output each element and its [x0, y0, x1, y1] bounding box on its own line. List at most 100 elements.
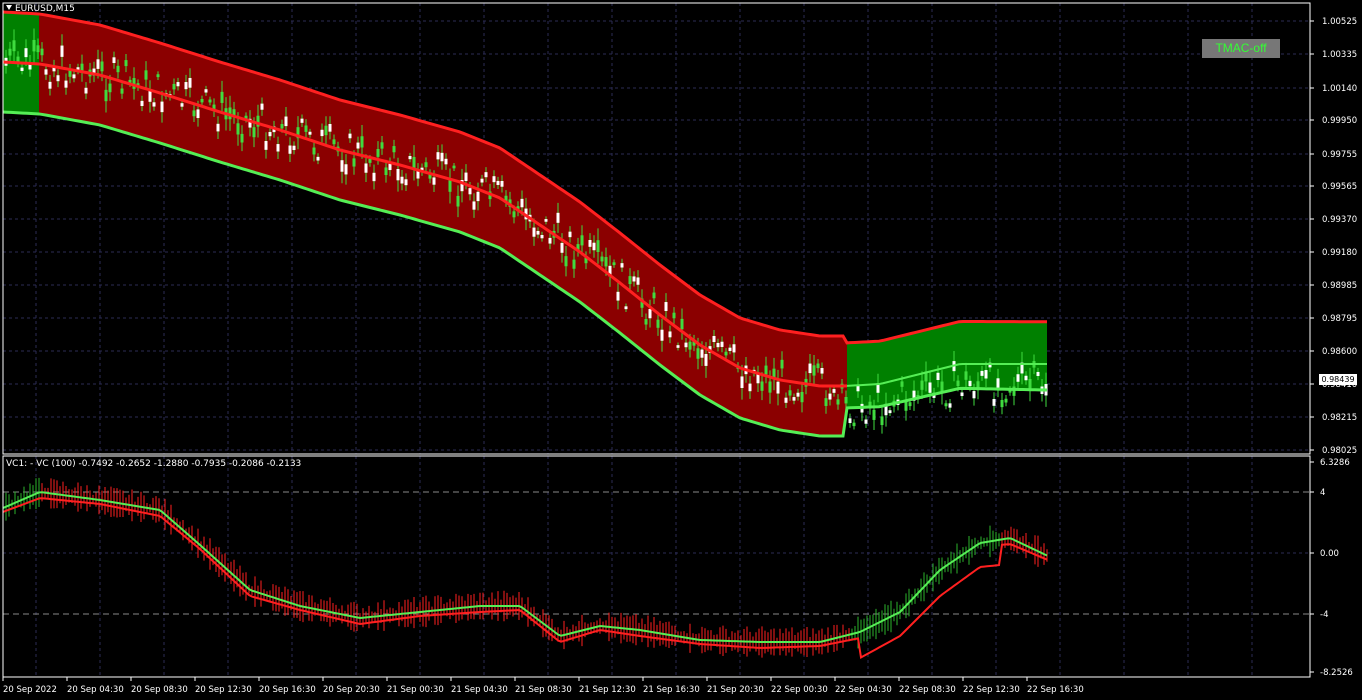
- candle-body: [668, 331, 672, 338]
- candle-body: [796, 392, 800, 397]
- vc-tick-label: -4: [1320, 610, 1328, 620]
- candle-body: [556, 212, 560, 223]
- candle-body: [20, 67, 24, 72]
- candle-body: [120, 88, 124, 94]
- vc-axis: 6.3286 4 0.00 -4 -8.2526: [1310, 458, 1353, 678]
- candle-body: [548, 237, 552, 244]
- time-tick-label: 22 Sep 04:30: [835, 685, 892, 695]
- price-tick-label: 1.00140: [1322, 84, 1357, 94]
- candle-body: [652, 292, 656, 299]
- candle-body: [284, 116, 288, 127]
- candle-body: [484, 172, 488, 178]
- time-tick-label: 21 Sep 20:30: [707, 685, 764, 695]
- candle-body: [656, 319, 660, 328]
- candle-body: [324, 125, 328, 136]
- candle-body: [304, 125, 308, 132]
- candle-body: [712, 335, 716, 343]
- candle-body: [200, 98, 204, 103]
- candle-body: [872, 409, 876, 420]
- candle-body: [332, 139, 336, 145]
- candle-body: [468, 188, 472, 195]
- candle-body: [44, 69, 48, 75]
- candle-body: [396, 169, 400, 181]
- candle-body: [660, 329, 664, 341]
- candle-body: [920, 380, 924, 390]
- price-tick-label: 0.98600: [1322, 347, 1357, 357]
- candle-body: [412, 156, 416, 169]
- candle-body: [108, 83, 112, 93]
- candle-body: [928, 382, 932, 393]
- candle-body: [372, 172, 376, 182]
- vc-signal-line: [2, 497, 1048, 660]
- candle-body: [596, 240, 600, 252]
- candle-body: [852, 422, 856, 427]
- time-tick-label: 20 Sep 04:30: [67, 685, 124, 695]
- candle-body: [764, 365, 768, 375]
- candle-body: [252, 127, 256, 138]
- candle-body: [100, 61, 104, 72]
- candle-body: [276, 144, 280, 152]
- candle-body: [456, 195, 460, 207]
- candle-body: [972, 391, 976, 399]
- candle-body: [172, 83, 176, 90]
- candle-body: [308, 131, 312, 135]
- candle-body: [84, 87, 88, 94]
- candle-body: [724, 351, 728, 356]
- candle-body: [404, 179, 408, 186]
- candle-body: [72, 74, 76, 79]
- candle-body: [664, 302, 668, 311]
- candle-body: [192, 110, 196, 117]
- candle-body: [352, 158, 356, 167]
- price-tick-label: 0.99950: [1322, 116, 1357, 126]
- candle-body: [384, 167, 388, 176]
- candle-body: [636, 277, 640, 285]
- candle-body: [416, 170, 420, 179]
- candle-body: [760, 381, 764, 391]
- candle-body: [180, 103, 184, 107]
- candle-body: [368, 158, 372, 163]
- candle-body: [740, 376, 744, 388]
- price-tick-label: 0.98985: [1322, 281, 1357, 291]
- chart-window[interactable]: 1.00525 1.00335 1.00140 0.99950 0.99755 0.995…: [0, 0, 1362, 700]
- price-tick-label: 0.98215: [1322, 413, 1357, 423]
- candle-body: [40, 48, 44, 56]
- candle-body: [472, 201, 476, 210]
- candle-body: [648, 309, 652, 319]
- candle-body: [344, 164, 348, 175]
- candle-body: [140, 100, 144, 107]
- chart-symbol-title[interactable]: EURUSD,M15: [6, 4, 75, 14]
- vc-tick-label: 4: [1320, 488, 1325, 498]
- candle-body: [116, 65, 120, 73]
- candle-body: [620, 263, 624, 268]
- candle-body: [280, 124, 284, 129]
- candle-body: [632, 276, 636, 282]
- candle-body: [600, 256, 604, 262]
- candle-body: [340, 160, 344, 172]
- candle-body: [208, 99, 212, 103]
- candle-body: [104, 89, 108, 102]
- candle-body: [144, 70, 148, 80]
- tmac-toggle-button[interactable]: TMAC-off: [1202, 39, 1280, 58]
- vc-panel-frame: [2, 455, 1311, 678]
- candle-body: [60, 45, 64, 57]
- candle-body: [348, 133, 352, 139]
- candle-body: [592, 242, 596, 251]
- candle-body: [900, 381, 904, 387]
- candle-body: [604, 257, 608, 267]
- candle-body: [260, 103, 264, 110]
- candle-body: [320, 129, 324, 137]
- candle-body: [688, 341, 692, 350]
- candle-body: [356, 142, 360, 149]
- candle-body: [944, 403, 948, 407]
- candle-body: [704, 353, 708, 366]
- candle-body: [464, 172, 468, 181]
- time-tick-label: 21 Sep 12:30: [579, 685, 636, 695]
- candle-body: [880, 416, 884, 426]
- candle-body: [156, 74, 160, 78]
- candle-body: [400, 176, 404, 184]
- candle-body: [756, 374, 760, 384]
- candle-body: [980, 370, 984, 376]
- candle-body: [496, 180, 500, 185]
- candle-body: [844, 396, 848, 404]
- candle-body: [8, 48, 12, 56]
